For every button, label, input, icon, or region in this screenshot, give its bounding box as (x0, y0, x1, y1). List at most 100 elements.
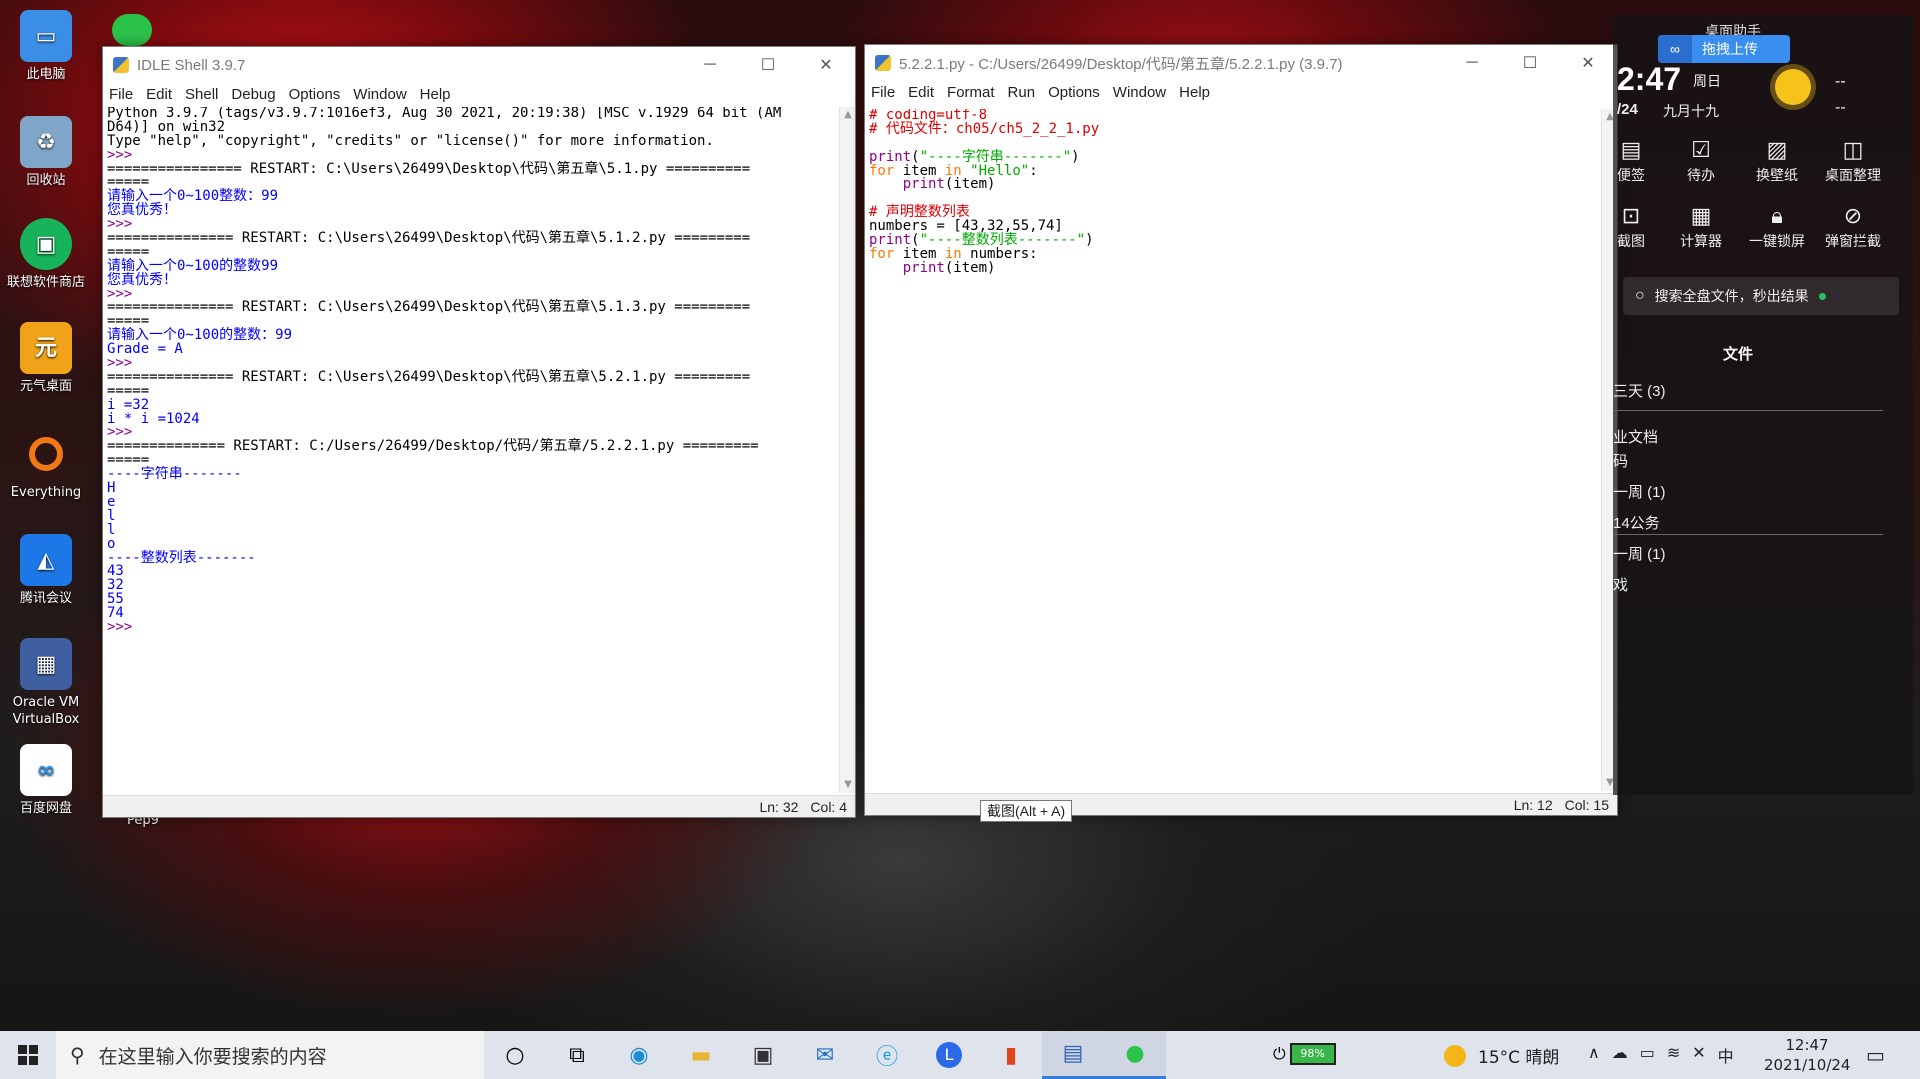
taskbar-store[interactable]: ▣ (732, 1031, 794, 1079)
wifi-icon[interactable]: ≋ (1667, 1043, 1680, 1067)
sun-icon (1775, 69, 1811, 105)
wechat-desktop-icon[interactable] (112, 14, 152, 46)
shell-line: H (107, 480, 116, 497)
tool-screenshot[interactable]: ⊡ 截图 (1593, 201, 1669, 251)
sun-icon (1444, 1044, 1466, 1067)
battery-icon[interactable]: ▭ (1640, 1043, 1655, 1067)
battery-indicator[interactable]: ⏻ 98% (1273, 1043, 1336, 1065)
file-group[interactable]: 三天 (3) (1613, 380, 1883, 411)
taskbar-edge[interactable]: ◉ (608, 1031, 670, 1079)
menu-options[interactable]: Options (289, 86, 341, 103)
taskbar-wechat[interactable]: ● (1104, 1031, 1166, 1079)
desktop-icon-everything[interactable]: Everything (2, 428, 90, 501)
title-bar[interactable]: 5.2.2.1.py - C:/Users/26499/Desktop/代码/第… (865, 45, 1617, 81)
scroll-up-arrow-icon[interactable]: ▲ (840, 107, 856, 123)
taskbar-ie[interactable]: ⓔ (856, 1031, 918, 1079)
store-icon: ▣ (752, 1042, 774, 1068)
maximize-button[interactable]: ☐ (1501, 45, 1559, 81)
volume-mute-icon[interactable]: ✕ (1692, 1043, 1705, 1067)
task-view-button[interactable]: ⧉ (546, 1031, 608, 1079)
chevron-up-icon[interactable]: ∧ (1588, 1043, 1600, 1067)
temperature-placeholder: -- (1835, 73, 1846, 90)
calculator-icon: ▦ (1690, 203, 1712, 228)
menu-help[interactable]: Help (1179, 84, 1210, 101)
file-group[interactable]: 一周 (1) (1613, 535, 1883, 566)
maximize-button[interactable]: ☐ (739, 47, 797, 83)
cloud-icon[interactable]: ☁ (1612, 1043, 1628, 1067)
screenshot-icon: ⊡ (1621, 203, 1641, 228)
shell-output[interactable]: Python 3.9.7 (tags/v3.9.7:1016ef3, Aug 3… (103, 107, 838, 793)
code-editor[interactable]: # coding=utf-8 # 代码文件：ch05/ch5_2_2_1.py pr… (865, 109, 1600, 791)
desktop-icon-virtualbox[interactable]: ▦ Oracle VM VirtualBox (2, 638, 90, 728)
code-line: # 代码文件：ch05/ch5_2_2_1.py (869, 122, 1600, 137)
ime-indicator[interactable]: 中 (1718, 1043, 1734, 1067)
yuanqi-icon: 元 (20, 322, 72, 374)
close-button[interactable]: ✕ (797, 47, 855, 83)
tool-desktop-organize[interactable]: ◫ 桌面整理 (1815, 135, 1891, 185)
taskbar-clock[interactable]: 12:47 2021/10/24 (1764, 1035, 1850, 1075)
python-file-icon (875, 55, 891, 71)
taskbar-l-app[interactable]: L (918, 1031, 980, 1079)
shell-line: ===== (107, 382, 150, 399)
vertical-scrollbar[interactable]: ▲ ▼ (839, 107, 855, 793)
file-item[interactable]: 14公务 (1613, 504, 1883, 535)
menu-edit[interactable]: Edit (908, 84, 934, 101)
file-search-box[interactable]: ○ 搜索全盘文件，秒出结果 (1623, 277, 1899, 315)
taskbar-idle[interactable]: ▤ (1042, 1031, 1104, 1079)
desktop-icon-tencent-meeting[interactable]: ◭ 腾讯会议 (2, 534, 90, 607)
notification-button[interactable]: ▭ (1866, 1043, 1885, 1067)
task-view-icon: ⧉ (569, 1042, 585, 1068)
menu-file[interactable]: File (871, 84, 895, 101)
shell-line: 74 (107, 605, 124, 622)
menu-options[interactable]: Options (1048, 84, 1100, 101)
recycle-bin-icon: ♻ (20, 116, 72, 168)
menu-debug[interactable]: Debug (231, 86, 275, 103)
tool-todo[interactable]: ☑ 待办 (1663, 135, 1739, 185)
cortana-button[interactable]: ○ (484, 1031, 546, 1079)
title-bar[interactable]: IDLE Shell 3.9.7 ─ ☐ ✕ (103, 47, 855, 83)
close-button[interactable]: ✕ (1559, 45, 1617, 81)
menu-edit[interactable]: Edit (146, 86, 172, 103)
file-group[interactable]: 一周 (1) (1613, 473, 1883, 504)
taskbar-mail[interactable]: ✉ (794, 1031, 856, 1079)
desktop-icon-this-pc[interactable]: ▭ 此电脑 (2, 10, 90, 83)
desktop-icon-lenovo-store[interactable]: ▣ 联想软件商店 (2, 218, 90, 291)
desktop-icon-recycle-bin[interactable]: ♻ 回收站 (2, 116, 90, 189)
menu-window[interactable]: Window (353, 86, 406, 103)
upload-button[interactable]: ∞ 拖拽上传 (1658, 35, 1790, 63)
power-plug-icon: ⏻ (1273, 1044, 1286, 1063)
minimize-button[interactable]: ─ (681, 47, 739, 83)
ie-icon: ⓔ (875, 1045, 898, 1070)
menu-help[interactable]: Help (420, 86, 451, 103)
tool-lock-screen[interactable]: 🔒︎ 一键锁屏 (1739, 201, 1815, 251)
start-button[interactable] (0, 1031, 56, 1079)
notes-icon: ▤ (1620, 137, 1642, 162)
everything-icon (20, 428, 72, 480)
menu-file[interactable]: File (109, 86, 133, 103)
weather-indicator[interactable]: 15°C 晴朗 (1444, 1043, 1559, 1068)
tool-popup-block[interactable]: ⊘ 弹窗拦截 (1815, 201, 1891, 251)
taskbar-search-box[interactable]: ⚲ 在这里输入你要搜索的内容 (56, 1031, 484, 1079)
menu-format[interactable]: Format (947, 84, 995, 101)
taskbar-explorer[interactable]: ▬ (670, 1031, 732, 1079)
tool-calculator[interactable]: ▦ 计算器 (1663, 201, 1739, 251)
tool-notes[interactable]: ▤ 便签 (1593, 135, 1669, 185)
shell-line: =============== RESTART: C:\Users\26499\… (107, 230, 751, 247)
desktop-icon-baidu-disk[interactable]: ∞ 百度网盘 (2, 744, 90, 817)
scroll-down-arrow-icon[interactable]: ▼ (840, 777, 856, 793)
file-item[interactable]: 业文档 (1613, 411, 1883, 446)
code-token: ) (1071, 148, 1080, 165)
taskbar-office[interactable]: ▮ (980, 1031, 1042, 1079)
status-line: Ln: 12 (1513, 796, 1553, 813)
menu-shell[interactable]: Shell (185, 86, 218, 103)
folder-icon: ▬ (690, 1042, 712, 1068)
file-item[interactable]: 戏 (1613, 566, 1883, 597)
menu-run[interactable]: Run (1008, 84, 1036, 101)
menu-window[interactable]: Window (1113, 84, 1166, 101)
l-app-icon: L (936, 1042, 962, 1068)
tool-wallpaper[interactable]: ▨ 换壁纸 (1739, 135, 1815, 185)
minimize-button[interactable]: ─ (1443, 45, 1501, 81)
file-item[interactable]: 码 (1613, 442, 1883, 473)
desktop-icon-yuanqi[interactable]: 元 元气桌面 (2, 322, 90, 395)
